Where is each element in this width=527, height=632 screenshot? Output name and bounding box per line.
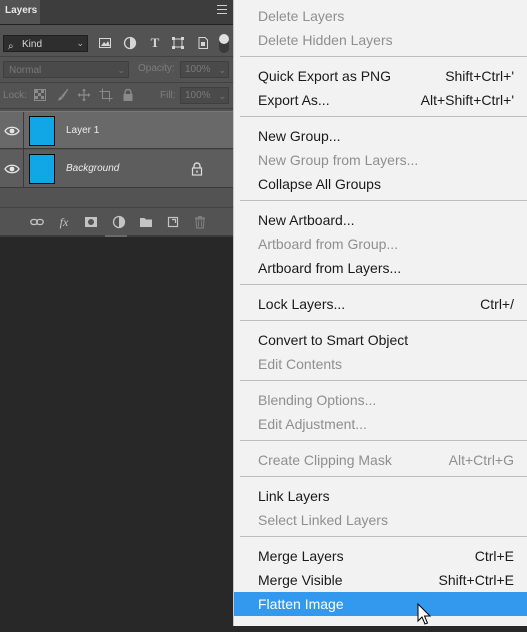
menu-item-blending-options[interactable]: Blending Options... [234, 388, 527, 412]
adjustment-filter-icon[interactable] [123, 36, 137, 50]
visibility-eye-icon[interactable] [3, 162, 21, 176]
menu-separator [240, 440, 527, 441]
filter-toggle[interactable] [219, 34, 229, 53]
chevron-down-icon: ⌄ [76, 38, 84, 48]
menu-item-export-as[interactable]: Export As... Alt+Shift+Ctrl+' [234, 88, 527, 112]
menu-separator [240, 116, 527, 117]
blend-mode-select[interactable]: Normal ⌄ [3, 61, 129, 78]
chevron-down-icon: ⌄ [117, 65, 125, 75]
lock-row: Lock: Fill: 100% ⌄ [0, 83, 233, 109]
menu-item-delete-hidden-layers[interactable]: Delete Hidden Layers [234, 28, 527, 52]
layers-panel: Layers ⌕ Kind ⌄ T Normal ⌄ Opacity: 100%… [0, 0, 233, 626]
filter-kind-select[interactable]: ⌕ Kind ⌄ [3, 35, 88, 52]
opacity-label: Opacity: [138, 63, 175, 74]
panel-resize-grip[interactable] [105, 235, 127, 237]
menu-item-edit-contents[interactable]: Edit Contents [234, 352, 527, 376]
layer-row-background[interactable]: Background [0, 150, 233, 188]
layer-thumbnail [29, 154, 55, 184]
lock-image-pixels-icon[interactable] [56, 88, 70, 102]
menu-item-new-artboard[interactable]: New Artboard... [234, 208, 527, 232]
lock-label: Lock: [3, 90, 27, 101]
layers-panel-body: ⌕ Kind ⌄ T Normal ⌄ Opacity: 100% ⌄ Lock… [0, 25, 233, 236]
opacity-value: 100% [185, 64, 211, 75]
menu-item-edit-adjustment[interactable]: Edit Adjustment... [234, 412, 527, 436]
menu-item-create-clipping-mask[interactable]: Create Clipping Mask Alt+Ctrl+G [234, 448, 527, 472]
layer-row-layer-1[interactable]: Layer 1 [0, 111, 233, 150]
layers-bottom-toolbar: fx [0, 207, 233, 236]
lock-transparent-pixels-icon[interactable] [33, 88, 47, 102]
menu-separator [240, 320, 527, 321]
menu-item-merge-visible[interactable]: Merge Visible Shift+Ctrl+E [234, 568, 527, 592]
shape-filter-icon[interactable] [171, 36, 185, 50]
blend-mode-value: Normal [9, 65, 42, 76]
blend-row: Normal ⌄ Opacity: 100% ⌄ [0, 57, 233, 83]
menu-item-delete-layers[interactable]: Delete Layers [234, 4, 527, 28]
delete-layer-trash-icon[interactable] [193, 215, 207, 229]
menu-item-artboard-from-group[interactable]: Artboard from Group... [234, 232, 527, 256]
menu-item-convert-to-smart-object[interactable]: Convert to Smart Object [234, 328, 527, 352]
menu-separator [240, 200, 527, 201]
menu-item-quick-export-png[interactable]: Quick Export as PNG Shift+Ctrl+' [234, 64, 527, 88]
layer-name: Background [66, 163, 120, 174]
image-filter-icon[interactable] [98, 36, 112, 50]
menu-item-lock-layers[interactable]: Lock Layers... Ctrl+/ [234, 292, 527, 316]
opacity-field[interactable]: 100% ⌄ [180, 61, 229, 78]
new-fill-adjustment-icon[interactable] [112, 215, 126, 229]
add-mask-icon[interactable] [84, 215, 98, 229]
layer-style-fx-icon[interactable]: fx [57, 215, 71, 229]
menu-item-new-group-from-layers[interactable]: New Group from Layers... [234, 148, 527, 172]
chevron-down-icon: ⌄ [218, 91, 226, 101]
mouse-cursor-icon [417, 602, 433, 627]
lock-position-icon[interactable] [77, 88, 91, 102]
menu-item-collapse-all-groups[interactable]: Collapse All Groups [234, 172, 527, 196]
link-layers-icon[interactable] [30, 215, 44, 229]
type-filter-icon[interactable]: T [148, 36, 162, 50]
panel-header: Layers [0, 0, 233, 25]
lock-icon [190, 161, 204, 177]
menu-item-link-layers[interactable]: Link Layers [234, 484, 527, 508]
menu-separator [240, 476, 527, 477]
lock-all-icon[interactable] [121, 88, 135, 102]
fill-field[interactable]: 100% ⌄ [180, 87, 229, 104]
menu-item-merge-layers[interactable]: Merge Layers Ctrl+E [234, 544, 527, 568]
new-layer-icon[interactable] [166, 215, 180, 229]
tab-layers[interactable]: Layers [0, 0, 40, 24]
layer-thumbnail [29, 116, 55, 146]
filter-kind-label: Kind [22, 39, 43, 50]
chevron-down-icon: ⌄ [218, 65, 226, 75]
panel-menu-icon[interactable] [217, 5, 227, 15]
lock-artboard-icon[interactable] [99, 88, 113, 102]
menu-separator [240, 56, 527, 57]
smart-object-filter-icon[interactable] [196, 36, 210, 50]
layer-name: Layer 1 [66, 125, 100, 136]
menu-item-artboard-from-layers[interactable]: Artboard from Layers... [234, 256, 527, 280]
fill-value: 100% [185, 90, 211, 101]
fill-label: Fill: [160, 90, 176, 101]
menu-item-new-group[interactable]: New Group... [234, 124, 527, 148]
menu-separator [240, 284, 527, 285]
new-group-folder-icon[interactable] [139, 215, 153, 229]
menu-separator [240, 380, 527, 381]
search-icon: ⌕ [8, 41, 14, 52]
filter-row: ⌕ Kind ⌄ T [0, 27, 233, 57]
menu-separator [240, 536, 527, 537]
menu-item-flatten-image[interactable]: Flatten Image [234, 592, 527, 616]
visibility-eye-icon[interactable] [3, 124, 21, 138]
menu-item-select-linked-layers[interactable]: Select Linked Layers [234, 508, 527, 532]
layers-context-menu: Delete Layers Delete Hidden Layers Quick… [233, 0, 527, 626]
